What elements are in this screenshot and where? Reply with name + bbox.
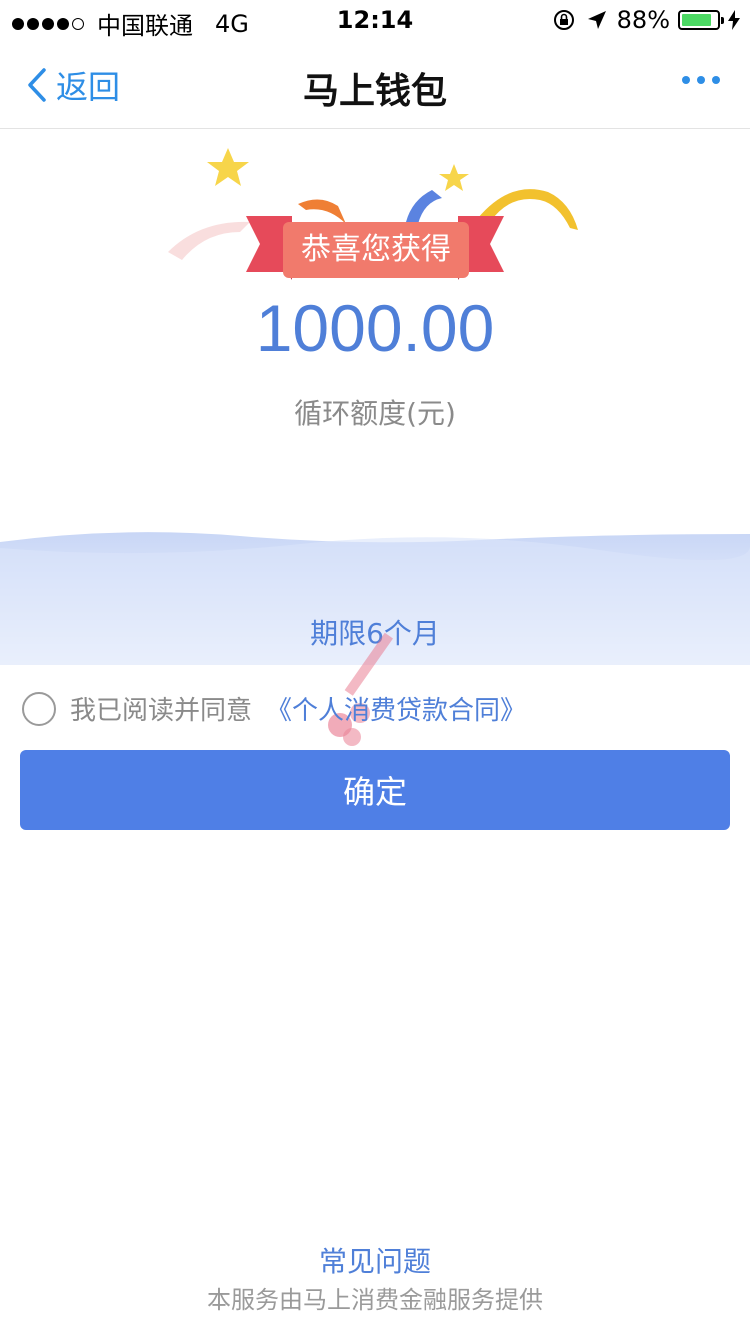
provider-text: 本服务由马上消费金融服务提供 xyxy=(207,1286,543,1314)
status-bar: 中国联通 4G 12:14 88% xyxy=(0,0,750,40)
rotation-lock-icon xyxy=(553,10,574,30)
star-icon xyxy=(207,148,249,186)
watermark-logo-icon xyxy=(328,632,393,746)
page-title: 马上钱包 xyxy=(302,71,447,112)
faq-link[interactable]: 常见问题 xyxy=(0,1240,750,1280)
congrats-ribbon-text: 恭喜您获得 xyxy=(301,232,451,267)
credit-amount-label: 循环额度(元) xyxy=(294,397,456,430)
pink-swoosh-icon xyxy=(168,221,250,260)
battery-percent: 88% xyxy=(616,6,670,34)
page: 中国联通 4G 12:14 88% 返回 马上钱包 恭喜您获得 1000.00 … xyxy=(0,0,750,1334)
orange-streamer-icon xyxy=(298,199,346,224)
agreement-text: 我已阅读并同意 xyxy=(70,696,253,726)
charging-bolt-icon xyxy=(728,10,740,30)
confirm-button[interactable]: 确定 xyxy=(20,750,730,830)
agreement-row: 我已阅读并同意 《个人消费贷款合同》 xyxy=(22,690,526,727)
more-dot xyxy=(712,76,720,84)
status-right: 88% xyxy=(553,6,740,34)
star-icon xyxy=(439,164,469,191)
battery-tip xyxy=(721,17,724,24)
blue-streamer-icon xyxy=(406,190,442,224)
contract-link[interactable]: 《个人消费贷款合同》 xyxy=(266,690,526,727)
more-dot xyxy=(682,76,690,84)
more-dots-icon[interactable] xyxy=(675,76,720,84)
battery-fill xyxy=(682,14,712,26)
agreement-radio[interactable] xyxy=(22,691,56,726)
more-dot xyxy=(697,76,705,84)
battery-icon xyxy=(678,10,724,30)
location-arrow-icon xyxy=(587,11,606,29)
nav-bar: 返回 马上钱包 xyxy=(0,40,750,129)
credit-amount: 1000.00 xyxy=(255,291,495,365)
